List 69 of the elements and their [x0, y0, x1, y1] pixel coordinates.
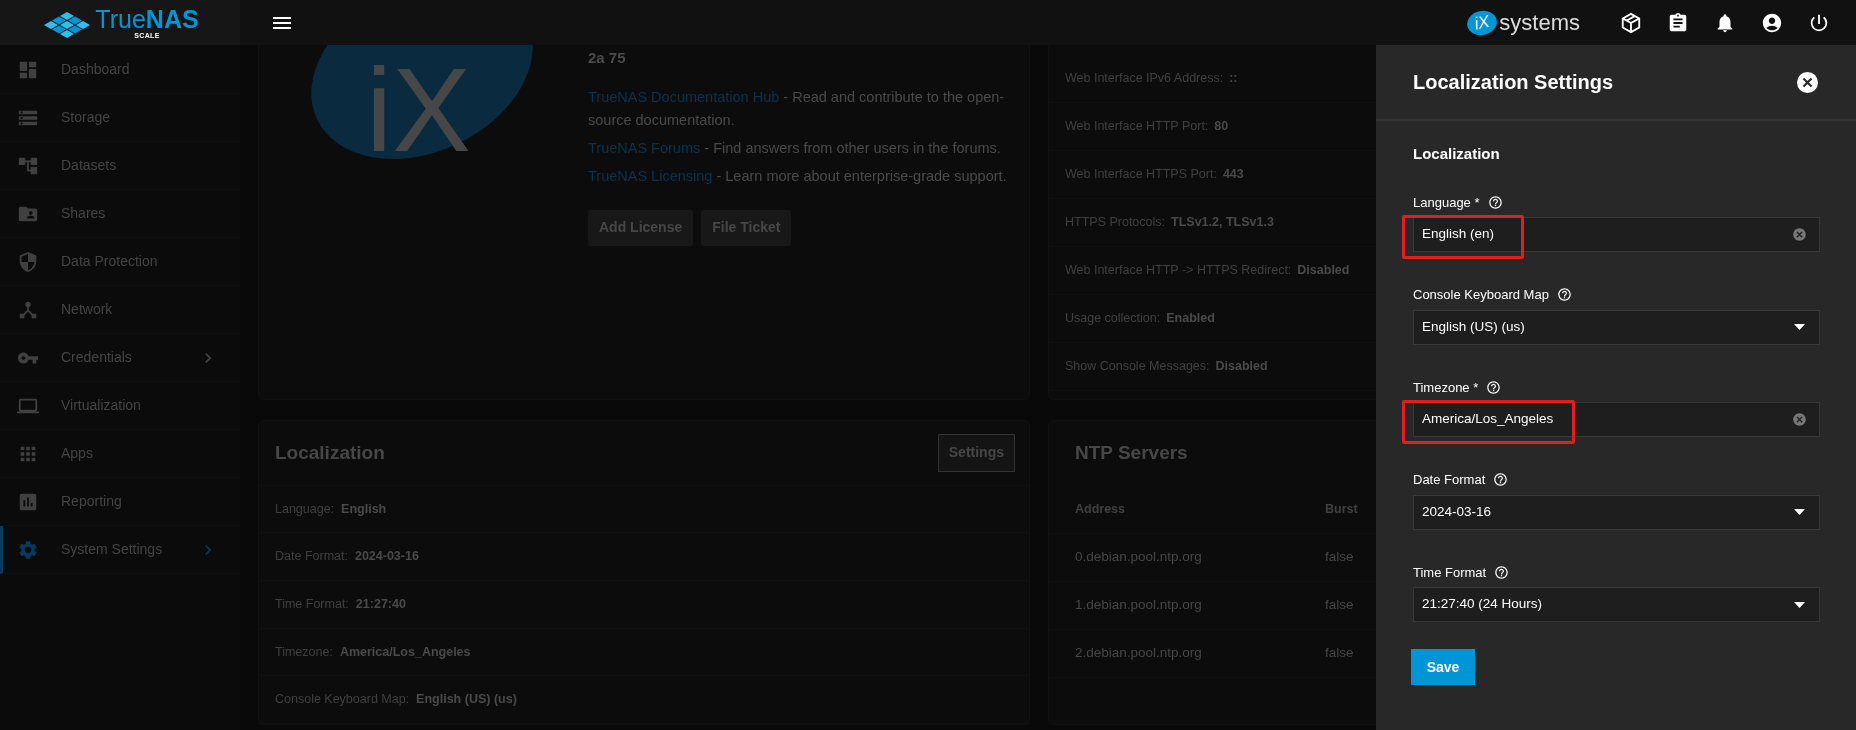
- help-link[interactable]: TrueNAS Documentation Hub: [588, 88, 780, 105]
- field-label: Date Format: [1413, 471, 1486, 489]
- setting-value: 21:27:40: [355, 595, 406, 613]
- setting-value: Enabled: [1166, 310, 1215, 328]
- settings-icon: [17, 538, 39, 561]
- help-icon[interactable]: [1486, 379, 1502, 395]
- caret-icon: [1794, 509, 1805, 515]
- section-title: Localization: [1413, 144, 1501, 164]
- select-field[interactable]: English (US) (us): [1413, 309, 1820, 345]
- table-cell-text: 2.debian.pool.ntp.org: [1075, 644, 1203, 663]
- setting-value: America/Los_Angeles: [339, 643, 471, 661]
- card-title: Localization: [275, 440, 385, 465]
- help-link-text: TrueNAS Licensing - Learn more about enterprise-grade support.: [588, 166, 1008, 186]
- sidebar-item[interactable]: System Settings: [0, 526, 240, 574]
- clear-icon[interactable]: [1792, 227, 1807, 242]
- setting-value: 80: [1214, 118, 1229, 136]
- sidebar-item[interactable]: Credentials: [0, 334, 240, 382]
- help-icon[interactable]: [1493, 472, 1509, 488]
- table-cell-text: false: [1325, 644, 1354, 663]
- help-icon[interactable]: [1556, 287, 1572, 303]
- sidebar-item[interactable]: Apps: [0, 430, 240, 478]
- clipboard-icon[interactable]: [1667, 11, 1689, 34]
- table-cell-text: 1.debian.pool.ntp.org: [1075, 596, 1203, 615]
- combobox-field[interactable]: America/Los_Angeles: [1413, 402, 1820, 437]
- field-label: Language *: [1413, 193, 1480, 212]
- sidebar-item[interactable]: Dashboard: [0, 46, 240, 94]
- sidebar-item[interactable]: Storage: [0, 94, 240, 142]
- help-icon[interactable]: [1487, 194, 1503, 210]
- sidebar-item[interactable]: Network: [0, 286, 240, 334]
- setting-value: TLSv1.2, TLSv1.3: [1171, 214, 1274, 232]
- field-label: Time Format: [1413, 563, 1487, 582]
- field-label: Console Keyboard Map: [1413, 286, 1549, 304]
- version-text: 2a 75: [588, 48, 627, 68]
- setting-value: English: [341, 500, 387, 518]
- help-link[interactable]: TrueNAS Licensing: [588, 167, 713, 184]
- brand-name: TrueNAS: [95, 5, 199, 32]
- help-link[interactable]: TrueNAS Forums: [588, 139, 701, 156]
- help-icon[interactable]: [1494, 564, 1510, 580]
- setting-value: Disabled: [1215, 358, 1268, 376]
- combobox-field[interactable]: English (en): [1413, 217, 1820, 252]
- card-title: NTP Servers: [1075, 441, 1188, 466]
- table-cell-text: 0.debian.pool.ntp.org: [1075, 548, 1203, 567]
- cube-icon[interactable]: [1620, 11, 1642, 34]
- shield-icon: [17, 250, 39, 273]
- help-link-text: TrueNAS Forums - Find answers from other users in the forums.: [588, 138, 1002, 158]
- clear-icon[interactable]: [1792, 412, 1807, 427]
- setting-value: English (US) (us): [416, 691, 517, 709]
- select-field[interactable]: 21:27:40 (24 Hours): [1413, 587, 1820, 622]
- sidebar-item[interactable]: Reporting: [0, 478, 240, 526]
- table-cell-text: false: [1325, 596, 1354, 615]
- select-field[interactable]: 2024-03-16: [1413, 494, 1820, 530]
- setting-value: 443: [1222, 166, 1244, 184]
- field-label: Timezone *: [1413, 378, 1479, 397]
- sidebar-item[interactable]: Datasets: [0, 142, 240, 190]
- setting-value: 2024-03-16: [354, 548, 419, 566]
- sidebar-item[interactable]: Shares: [0, 190, 240, 238]
- vendor-logo: iX systems: [1467, 10, 1580, 35]
- table-cell-text: false: [1325, 548, 1354, 567]
- close-button[interactable]: [1797, 71, 1818, 93]
- caret-icon: [1794, 601, 1805, 608]
- sidebar-item[interactable]: Virtualization: [0, 382, 240, 430]
- setting-value: Disabled: [1297, 262, 1350, 280]
- sidebar-item[interactable]: Data Protection: [0, 238, 240, 286]
- account-icon[interactable]: [1761, 11, 1783, 34]
- save-button[interactable]: Save: [1411, 649, 1475, 685]
- panel-title: Localization Settings: [1413, 70, 1614, 95]
- caret-icon: [1794, 324, 1805, 330]
- help-link-text: TrueNAS Documentation Hub - Read and contribute to the open-source documentation.: [588, 87, 1006, 130]
- setting-value: ::: [1229, 70, 1238, 88]
